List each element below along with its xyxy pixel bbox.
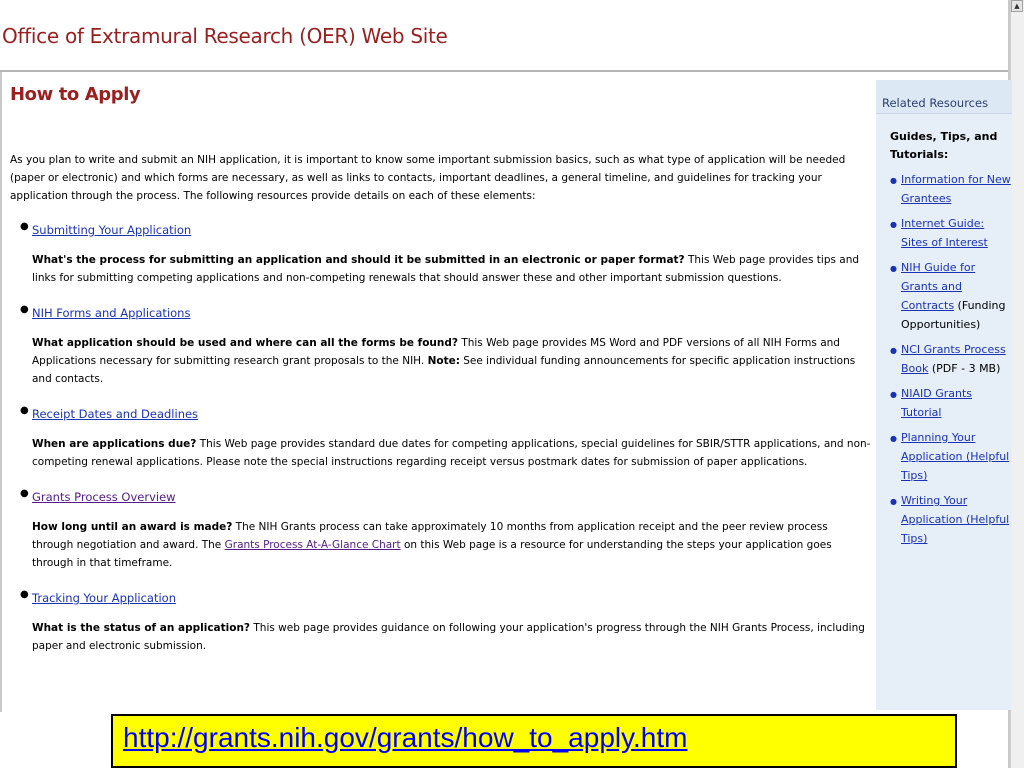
bullet-icon: ● bbox=[20, 589, 29, 600]
sidebar-item: ● Internet Guide: Sites of Interest bbox=[890, 214, 1014, 252]
bullet-icon: ● bbox=[890, 346, 897, 355]
tracking-application-link[interactable]: Tracking Your Application bbox=[32, 591, 176, 605]
nih-forms-link[interactable]: NIH Forms and Applications bbox=[32, 306, 190, 320]
left-border bbox=[0, 72, 2, 712]
intro-paragraph: As you plan to write and submit an NIH a… bbox=[10, 154, 846, 202]
sidebar-item: ● Planning Your Application (Helpful Tips… bbox=[890, 428, 1014, 485]
page-heading: How to Apply bbox=[10, 84, 141, 105]
scroll-up-arrow-icon[interactable]: ▲ bbox=[1011, 0, 1023, 12]
site-title: Office of Extramural Research (OER) Web … bbox=[2, 24, 448, 48]
site-header: Office of Extramural Research (OER) Web … bbox=[0, 0, 1010, 72]
resource-question: What is the status of an application? bbox=[32, 622, 251, 634]
bullet-icon: ● bbox=[20, 304, 29, 315]
main-content: How to Apply As you plan to write and su… bbox=[10, 84, 872, 670]
bullet-icon: ● bbox=[890, 390, 897, 399]
resource-description: How long until an award is made? The NIH… bbox=[32, 518, 872, 572]
url-link[interactable]: http://grants.nih.gov/grants/how_to_appl… bbox=[123, 722, 687, 753]
bullet-icon: ● bbox=[20, 488, 29, 499]
resource-question: How long until an award is made? bbox=[32, 521, 233, 533]
related-resources-sidebar: Related Resources Guides, Tips, and Tuto… bbox=[876, 80, 1012, 710]
sidebar-link-planning[interactable]: Planning Your Application (Helpful Tips) bbox=[901, 431, 1009, 482]
sidebar-item-suffix: (PDF - 3 MB) bbox=[928, 362, 1001, 375]
sidebar-link-new-grantees[interactable]: Information for New Grantees bbox=[901, 173, 1011, 205]
bullet-icon: ● bbox=[20, 221, 29, 232]
resource-question: When are applications due? bbox=[32, 438, 197, 450]
bullet-icon: ● bbox=[890, 176, 897, 185]
resource-item-submitting: ● Submitting Your Application What's the… bbox=[10, 219, 872, 287]
bullet-icon: ● bbox=[890, 220, 897, 229]
sidebar-title: Related Resources bbox=[876, 80, 1012, 114]
bullet-icon: ● bbox=[20, 405, 29, 416]
resource-description: What is the status of an application? Th… bbox=[32, 619, 872, 655]
note-label: Note: bbox=[427, 355, 460, 367]
receipt-dates-link[interactable]: Receipt Dates and Deadlines bbox=[32, 407, 198, 421]
resource-item-receipt-dates: ● Receipt Dates and Deadlines When are a… bbox=[10, 403, 872, 471]
sidebar-link-internet-guide[interactable]: Internet Guide: Sites of Interest bbox=[901, 217, 988, 249]
sidebar-item: ● NIH Guide for Grants and Contracts (Fun… bbox=[890, 258, 1014, 334]
resource-description: What application should be used and wher… bbox=[32, 334, 872, 388]
resource-item-forms: ● NIH Forms and Applications What applic… bbox=[10, 302, 872, 388]
url-banner: http://grants.nih.gov/grants/how_to_appl… bbox=[111, 714, 957, 768]
bullet-icon: ● bbox=[890, 497, 897, 506]
sidebar-item: ● Information for New Grantees bbox=[890, 170, 1014, 208]
resource-question: What application should be used and wher… bbox=[32, 337, 458, 349]
bullet-icon: ● bbox=[890, 264, 897, 273]
resource-item-tracking: ● Tracking Your Application What is the … bbox=[10, 587, 872, 655]
resource-list: ● Submitting Your Application What's the… bbox=[10, 219, 872, 655]
sidebar-link-writing[interactable]: Writing Your Application (Helpful Tips) bbox=[901, 494, 1009, 545]
sidebar-item: ● NIAID Grants Tutorial bbox=[890, 384, 1014, 422]
sidebar-item: ● Writing Your Application (Helpful Tips) bbox=[890, 491, 1014, 548]
resource-description: What's the process for submitting an app… bbox=[32, 251, 872, 287]
sidebar-link-niaid-tutorial[interactable]: NIAID Grants Tutorial bbox=[901, 387, 972, 419]
bullet-icon: ● bbox=[890, 434, 897, 443]
submitting-application-link[interactable]: Submitting Your Application bbox=[32, 223, 191, 237]
sidebar-list: ● Information for New Grantees ● Internet … bbox=[876, 170, 1012, 548]
at-a-glance-chart-link[interactable]: Grants Process At-A-Glance Chart bbox=[225, 539, 401, 551]
sidebar-subtitle: Guides, Tips, and Tutorials: bbox=[890, 130, 998, 161]
grants-overview-link[interactable]: Grants Process Overview bbox=[32, 490, 176, 504]
resource-item-overview: ● Grants Process Overview How long until… bbox=[10, 486, 872, 572]
resource-description: When are applications due? This Web page… bbox=[32, 435, 872, 471]
sidebar-item: ● NCI Grants Process Book (PDF - 3 MB) bbox=[890, 340, 1014, 378]
resource-question: What's the process for submitting an app… bbox=[32, 254, 685, 266]
